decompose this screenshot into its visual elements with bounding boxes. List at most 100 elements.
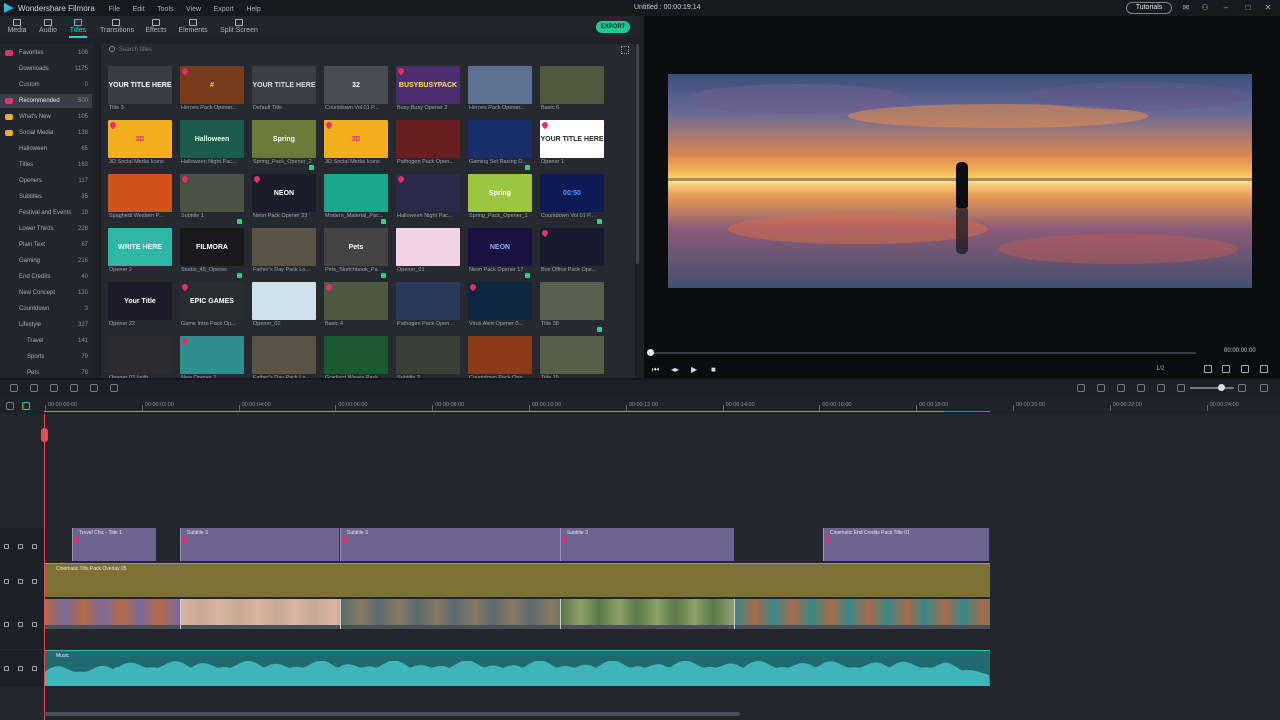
video-clip[interactable] xyxy=(44,599,180,629)
title-thumbnail[interactable]: Spring Spring_Pack_Opener_2 xyxy=(252,120,316,172)
audio-clip[interactable]: Music xyxy=(44,650,990,686)
tab-effects[interactable]: Effects xyxy=(144,16,168,38)
title-thumbnail[interactable]: Pets Pets_Sketchbook_Pa... xyxy=(324,228,388,280)
maximize-icon[interactable]: □ xyxy=(1243,3,1253,13)
tab-media[interactable]: Media xyxy=(6,16,28,38)
title-thumbnail[interactable]: Pathogen Pack Open... xyxy=(396,120,460,172)
crop-icon[interactable] xyxy=(90,384,98,392)
title-thumbnail[interactable]: Spaghetti Western P... xyxy=(108,174,172,226)
lock-icon[interactable] xyxy=(18,622,23,627)
snapshot-icon[interactable] xyxy=(1222,365,1230,373)
sidebar-item[interactable]: Openers 117 xyxy=(0,174,92,188)
redo-icon[interactable] xyxy=(30,384,38,392)
download-icon[interactable] xyxy=(381,219,386,224)
menu-file[interactable]: File xyxy=(109,6,120,13)
sidebar-item[interactable]: Lifestyle 327 xyxy=(0,318,92,332)
volume-icon[interactable] xyxy=(1241,365,1249,373)
video-clip[interactable] xyxy=(180,599,340,629)
sidebar-item[interactable]: What's New 105 xyxy=(0,110,92,124)
lock-icon[interactable] xyxy=(18,543,23,549)
sidebar-item[interactable]: Subtitles 35 xyxy=(0,190,92,204)
title-thumbnail[interactable]: Father's Day Pack Lo... xyxy=(252,228,316,280)
lock-icon[interactable] xyxy=(18,579,23,584)
speaker-icon[interactable] xyxy=(32,666,37,671)
tab-transitions[interactable]: Transitions xyxy=(100,16,134,38)
title-thumbnail[interactable]: BUSYBUSYPACK Busy Busy Opener 2 xyxy=(396,66,460,118)
account-icon[interactable]: ⚇ xyxy=(1200,3,1210,13)
download-icon[interactable] xyxy=(381,273,386,278)
download-icon[interactable] xyxy=(237,273,242,278)
preview-seek-bar[interactable] xyxy=(647,349,1196,356)
stop-icon[interactable]: ■ xyxy=(711,365,716,374)
delete-icon[interactable] xyxy=(50,384,58,392)
video-clip[interactable] xyxy=(734,599,990,629)
title-thumbnail[interactable]: Subtitle 1 xyxy=(180,174,244,226)
title-thumbnail[interactable]: Basic 6 xyxy=(540,66,604,118)
menu-help[interactable]: Help xyxy=(246,6,260,13)
close-icon[interactable]: ✕ xyxy=(1263,3,1273,13)
title-thumbnail[interactable]: YOUR TITLE HERE Title 3 xyxy=(108,66,172,118)
title-thumbnail[interactable]: Father's Day Pack Lo... xyxy=(252,336,316,378)
zoom-out-icon[interactable] xyxy=(1177,384,1185,392)
title-clip[interactable]: Subtitle 3 xyxy=(180,528,339,561)
title-thumbnail[interactable]: Title 15 xyxy=(540,336,604,378)
title-clip[interactable]: Travel Chic - Title 1 xyxy=(72,528,156,561)
video-clip[interactable] xyxy=(340,599,560,629)
zoom-slider[interactable] xyxy=(1190,384,1234,391)
title-thumbnail[interactable]: Subtitle 2 xyxy=(396,336,460,378)
menu-tools[interactable]: Tools xyxy=(157,6,173,13)
grid-view-icon[interactable] xyxy=(621,46,629,54)
sidebar-item[interactable]: Social Media 138 xyxy=(0,126,92,140)
title-thumbnail[interactable]: Box Office Pack Ope... xyxy=(540,228,604,280)
title-thumbnail[interactable]: 3D 3D Social Media Icons xyxy=(108,120,172,172)
eye-icon[interactable] xyxy=(32,543,37,549)
title-thumbnail[interactable]: Gaming Set Racing O... xyxy=(468,120,532,172)
sidebar-item[interactable]: Downloads 1175 xyxy=(0,62,92,76)
title-thumbnail[interactable]: Basic 4 xyxy=(324,282,388,334)
export-button[interactable]: EXPORT xyxy=(596,21,630,33)
sidebar-item[interactable]: Gaming 216 xyxy=(0,254,92,268)
sidebar-item[interactable]: Travel 141 xyxy=(0,334,92,348)
tutorials-button[interactable]: Tutorials xyxy=(1126,2,1172,14)
sidebar-item[interactable]: Halloween 65 xyxy=(0,142,92,156)
sidebar-item[interactable]: Titles 163 xyxy=(0,158,92,172)
title-thumbnail[interactable]: 00:50 Countdown Vol 01 P... xyxy=(540,174,604,226)
title-clip[interactable]: Cinematic End Credits Pack Title 01 xyxy=(823,528,989,561)
title-thumbnail[interactable]: New Opener 1 xyxy=(180,336,244,378)
sidebar-item[interactable]: Favorites 108 xyxy=(0,46,92,60)
marker-icon[interactable] xyxy=(1097,384,1105,392)
zoom-slider-knob[interactable] xyxy=(1218,384,1225,391)
title-thumbnail[interactable]: 3D 3D Social Media Icons xyxy=(324,120,388,172)
title-thumbnail[interactable]: Heroes Pack Opener... xyxy=(468,66,532,118)
title-thumbnail[interactable]: Opener_02 xyxy=(252,282,316,334)
download-icon[interactable] xyxy=(525,165,530,170)
previous-frame-icon[interactable]: ⏮ xyxy=(652,365,659,375)
mixer-icon[interactable] xyxy=(1137,384,1145,392)
title-thumbnail[interactable]: Spring Spring_Pack_Opener_1 xyxy=(468,174,532,226)
lock-icon[interactable] xyxy=(18,666,23,671)
menu-edit[interactable]: Edit xyxy=(133,6,145,13)
seek-knob[interactable] xyxy=(647,349,654,356)
add-track-icon[interactable] xyxy=(6,402,14,410)
download-icon[interactable] xyxy=(309,165,314,170)
snap-icon[interactable] xyxy=(22,402,30,410)
video-clip[interactable] xyxy=(560,599,734,629)
sidebar-item[interactable]: Custom 0 xyxy=(0,78,92,92)
title-thumbnail[interactable]: NEON Neon Pack Opener 23 xyxy=(252,174,316,226)
preview-quality[interactable]: 1/2 xyxy=(1156,366,1164,372)
display-icon[interactable] xyxy=(1204,365,1212,373)
download-icon[interactable] xyxy=(237,219,242,224)
sidebar-item[interactable]: Pets 78 xyxy=(0,366,92,378)
sidebar-item[interactable]: Plain Text 87 xyxy=(0,238,92,252)
mail-icon[interactable]: ✉ xyxy=(1181,3,1191,13)
tab-titles[interactable]: Titles xyxy=(67,16,89,38)
title-thumbnail[interactable]: Pathogen Pack Open... xyxy=(396,282,460,334)
title-thumbnail[interactable]: Modern_Material_Pac... xyxy=(324,174,388,226)
download-icon[interactable] xyxy=(597,327,602,332)
title-thumbnail[interactable]: YOUR TITLE HERE Default Title xyxy=(252,66,316,118)
title-thumbnail[interactable]: Halloween Night Pac... xyxy=(396,174,460,226)
eye-icon[interactable] xyxy=(32,622,37,627)
sidebar-item[interactable]: New Concept 120 xyxy=(0,286,92,300)
library-scrollbar[interactable] xyxy=(636,44,639,264)
title-thumbnail[interactable]: Your Title Opener 22 xyxy=(108,282,172,334)
